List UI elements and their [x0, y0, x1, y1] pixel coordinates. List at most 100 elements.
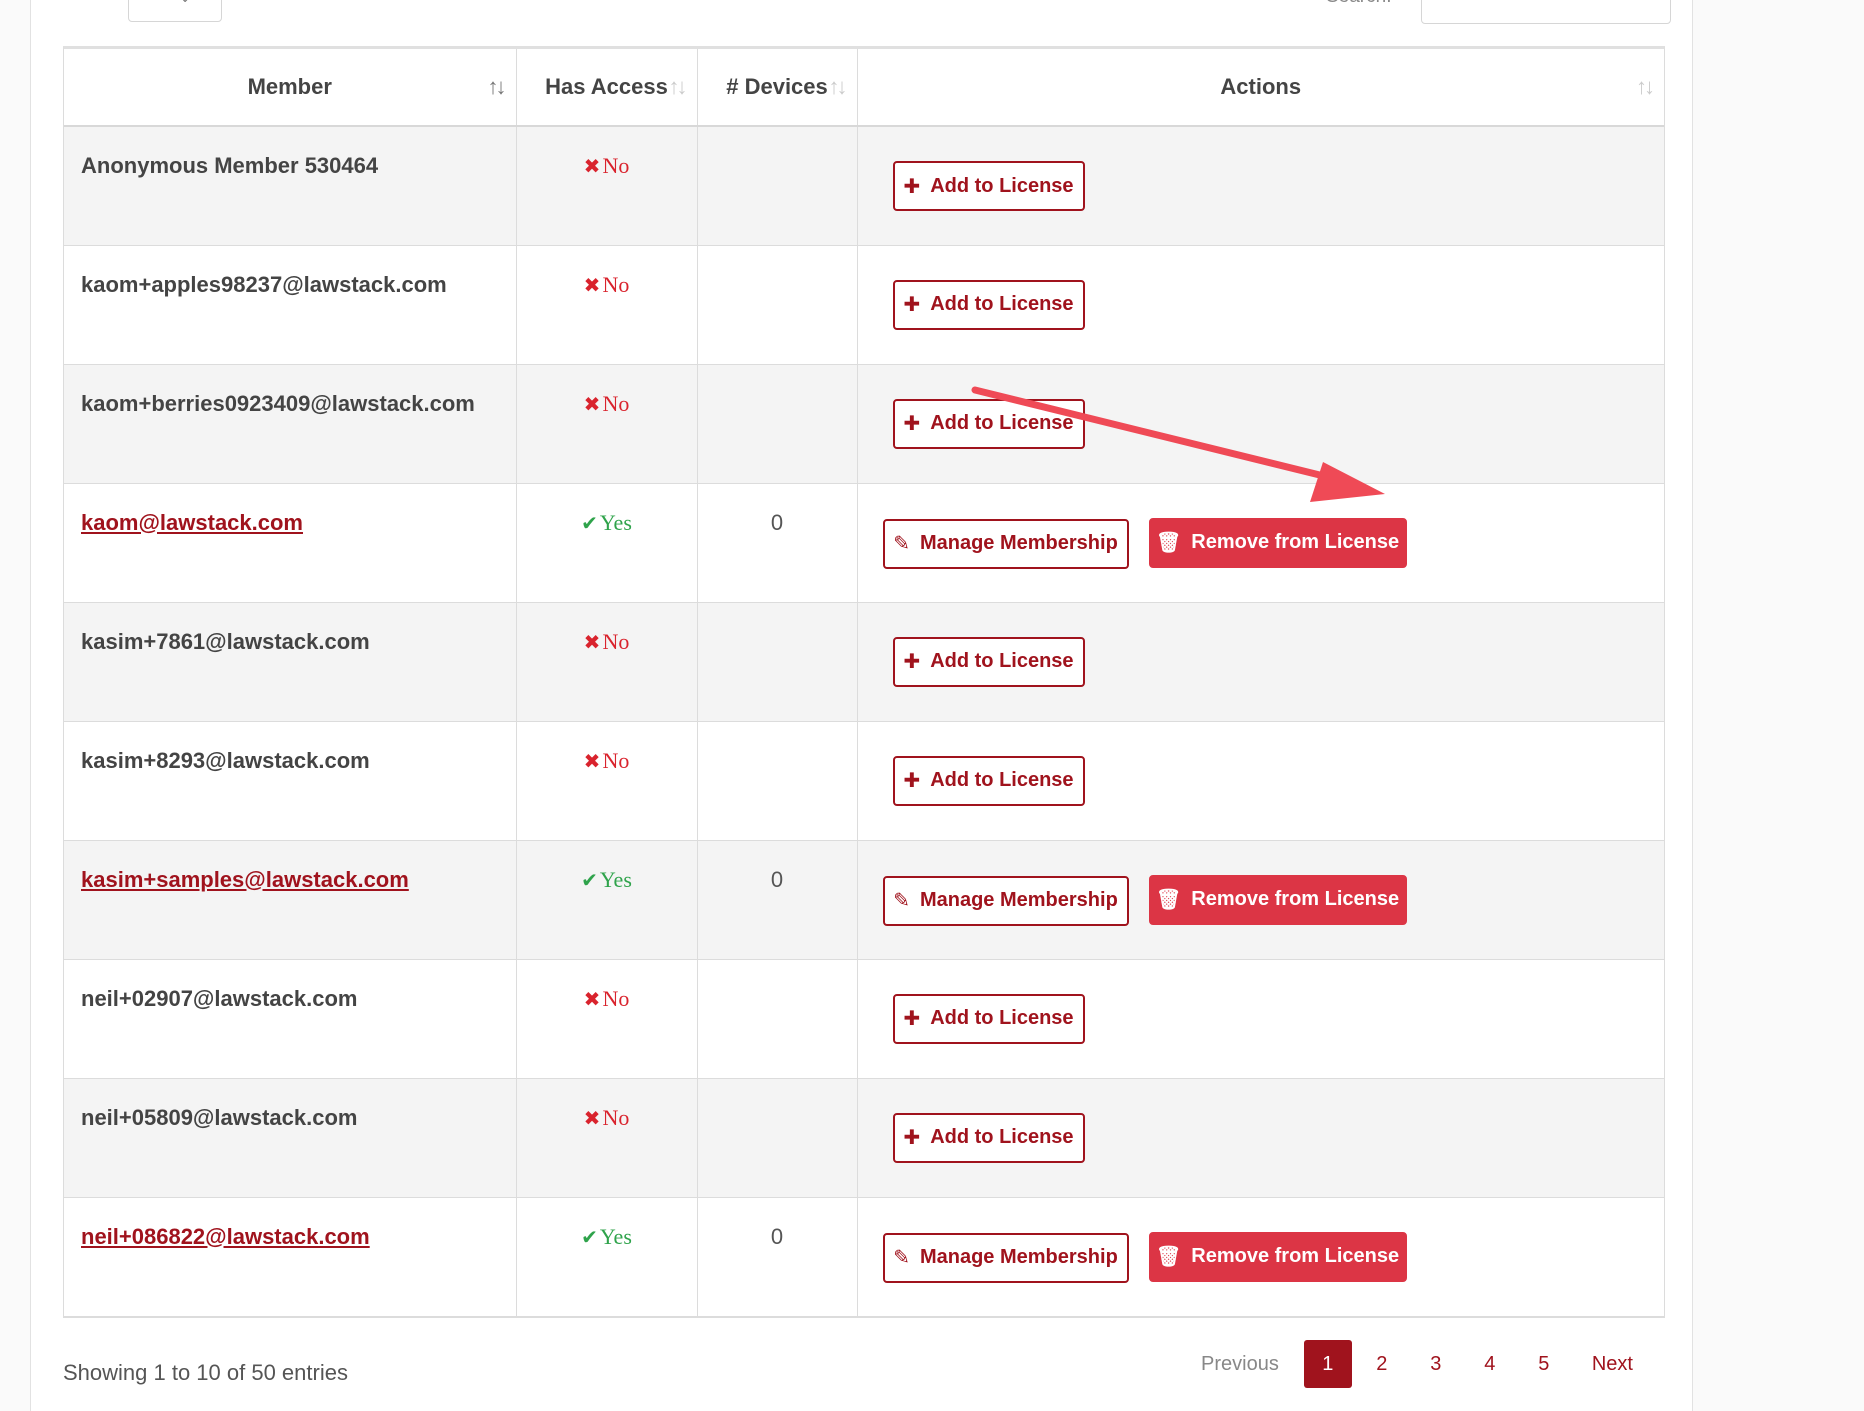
has-access-cell: ✔Yes	[516, 483, 698, 603]
member-cell: Anonymous Member 530464	[64, 126, 517, 246]
actions-cell: ✎ Manage Membership 🗑 Remove from License	[857, 840, 1664, 960]
button-label: Manage Membership	[919, 532, 1118, 554]
plus-icon: ✚	[903, 770, 921, 792]
add-to-license-button[interactable]: ✚ Add to License	[892, 1112, 1085, 1163]
actions-cell: ✎ Manage Membership 🗑 Remove from License	[857, 483, 1664, 603]
access-value: No	[602, 628, 630, 654]
member-link[interactable]: neil+086822@lawstack.com	[81, 1224, 370, 1249]
add-to-license-button[interactable]: ✚ Add to License	[892, 161, 1085, 211]
edit-icon: ✎	[893, 890, 910, 912]
actions-cell: ✚ Add to License	[857, 602, 1664, 722]
pagination-previous[interactable]: Previous	[1201, 1353, 1279, 1376]
plus-icon: ✚	[903, 413, 921, 435]
member-name: kaom+berries0923409@lawstack.com	[81, 390, 475, 416]
table-row: Anonymous Member 530464 ✖No ✚ Add to Licens…	[64, 126, 1664, 246]
devices-cell	[697, 364, 858, 484]
check-icon: ✔	[581, 867, 598, 892]
has-access-cell: ✔Yes	[516, 1197, 698, 1317]
cross-icon: ✖	[583, 154, 601, 178]
devices-cell: 0	[697, 483, 858, 603]
cross-icon: ✖	[583, 629, 601, 654]
actions-cell: ✚ Add to License	[857, 245, 1664, 365]
column-header-has-access[interactable]: Has Access ↑↓	[516, 49, 698, 127]
actions-cell: ✚ Add to License	[857, 721, 1664, 841]
button-label: Add to License	[930, 769, 1074, 791]
cross-icon: ✖	[583, 272, 601, 297]
manage-membership-button[interactable]: ✎ Manage Membership	[882, 875, 1129, 926]
table-row: kasim+samples@lawstack.com ✔Yes 0 ✎ Manage M…	[64, 840, 1664, 960]
table-row: neil+05809@lawstack.com ✖No ✚ Add to Licens…	[64, 1078, 1664, 1198]
add-to-license-button[interactable]: ✚ Add to License	[892, 279, 1085, 330]
table-controls: ⌄ Search:	[31, 0, 1692, 30]
plus-icon: ✚	[903, 1127, 921, 1149]
entries-per-page-select[interactable]: ⌄	[128, 0, 222, 22]
devices-cell	[697, 602, 858, 722]
column-header-label: # Devices	[726, 74, 828, 99]
button-label: Add to License	[930, 1007, 1074, 1029]
button-label: Remove from License	[1191, 1245, 1400, 1267]
cross-icon: ✖	[583, 986, 601, 1011]
access-value: Yes	[599, 1223, 632, 1249]
search-input[interactable]	[1421, 0, 1671, 24]
search-label: Search:	[1326, 0, 1391, 8]
devices-cell	[697, 721, 858, 841]
has-access-cell: ✔Yes	[516, 840, 698, 960]
button-label: Add to License	[930, 412, 1074, 434]
sort-icon: ↑↓	[668, 74, 688, 99]
devices-cell	[697, 959, 858, 1079]
actions-cell: ✎ Manage Membership 🗑 Remove from License	[857, 1197, 1664, 1317]
add-to-license-button[interactable]: ✚ Add to License	[892, 398, 1085, 449]
button-label: Add to License	[930, 293, 1074, 315]
content-panel: ⌄ Search: Member ↑↓ Has Access ↑↓	[30, 0, 1693, 1411]
access-value: No	[602, 271, 630, 297]
check-icon: ✔	[581, 1224, 598, 1249]
pagination-page[interactable]: 2	[1358, 1340, 1406, 1388]
access-value: No	[602, 390, 630, 416]
trash-icon: 🗑	[1155, 532, 1182, 554]
access-value: Yes	[599, 866, 632, 892]
add-to-license-button[interactable]: ✚ Add to License	[892, 636, 1085, 687]
devices-cell: 0	[697, 840, 858, 960]
access-value: No	[602, 1104, 630, 1130]
members-table: Member ↑↓ Has Access ↑↓ # Devices ↑↓ Act…	[63, 46, 1665, 1318]
member-cell: neil+05809@lawstack.com	[64, 1078, 517, 1198]
has-access-cell: ✖No	[516, 959, 698, 1079]
member-cell: kasim+samples@lawstack.com	[64, 840, 517, 960]
chevron-down-icon: ⌄	[179, 0, 191, 6]
member-link[interactable]: kaom@lawstack.com	[81, 510, 303, 535]
button-label: Add to License	[930, 174, 1074, 197]
trash-icon: 🗑	[1155, 1246, 1182, 1268]
cross-icon: ✖	[583, 748, 601, 773]
button-label: Add to License	[930, 650, 1074, 672]
remove-from-license-button[interactable]: 🗑 Remove from License	[1148, 517, 1407, 568]
devices-cell	[697, 245, 858, 365]
pagination-page[interactable]: 1	[1303, 1340, 1352, 1388]
button-label: Add to License	[930, 1126, 1074, 1148]
add-to-license-button[interactable]: ✚ Add to License	[892, 755, 1085, 806]
member-link[interactable]: kasim+samples@lawstack.com	[81, 867, 409, 892]
trash-icon: 🗑	[1155, 889, 1182, 911]
column-header-label: Actions	[1220, 74, 1302, 99]
pagination-page[interactable]: 5	[1520, 1340, 1568, 1388]
add-to-license-button[interactable]: ✚ Add to License	[892, 993, 1085, 1044]
sort-icon: ↑↓	[828, 74, 848, 99]
member-name: kaom+apples98237@lawstack.com	[81, 271, 447, 297]
member-cell: kaom+berries0923409@lawstack.com	[64, 364, 517, 484]
column-header-member[interactable]: Member ↑↓	[64, 49, 517, 127]
member-cell: kaom@lawstack.com	[64, 483, 517, 603]
pagination: Previous 1 2 3 4 5 Next	[1201, 1340, 1633, 1388]
column-header-devices[interactable]: # Devices ↑↓	[697, 49, 858, 127]
button-label: Manage Membership	[919, 889, 1118, 911]
remove-from-license-button[interactable]: 🗑 Remove from License	[1148, 874, 1407, 925]
manage-membership-button[interactable]: ✎ Manage Membership	[882, 518, 1129, 569]
manage-membership-button[interactable]: ✎ Manage Membership	[882, 1232, 1129, 1283]
pagination-page[interactable]: 3	[1412, 1340, 1460, 1388]
member-cell: kaom+apples98237@lawstack.com	[64, 245, 517, 365]
pagination-page[interactable]: 4	[1466, 1340, 1514, 1388]
sort-icon: ↑↓	[487, 74, 507, 99]
pagination-next[interactable]: Next	[1592, 1353, 1633, 1376]
access-value: Yes	[599, 509, 632, 535]
table-row: neil+086822@lawstack.com ✔Yes 0 ✎ Manage Mem…	[64, 1197, 1664, 1317]
remove-from-license-button[interactable]: 🗑 Remove from License	[1148, 1231, 1407, 1282]
column-header-actions[interactable]: Actions ↑↓	[857, 49, 1664, 127]
